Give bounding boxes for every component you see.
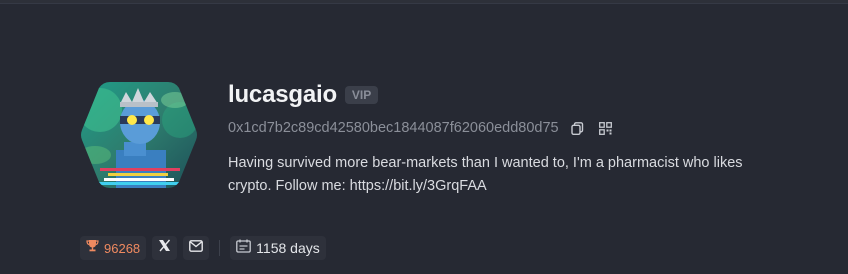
avatar <box>80 80 198 190</box>
score-chip[interactable]: 96268 <box>80 236 147 260</box>
username: lucasgaio <box>228 81 337 108</box>
mail-icon <box>189 239 204 257</box>
wallet-address: 0x1cd7b2c89cd42580bec1844087f62060edd80d… <box>228 120 559 136</box>
vip-badge: VIP <box>344 86 379 104</box>
avatar-image <box>81 82 197 188</box>
account-age-chip: 1158 days <box>230 236 326 260</box>
address-row: 0x1cd7b2c89cd42580bec1844087f62060edd80d… <box>228 118 615 138</box>
score-value: 96268 <box>104 240 141 256</box>
divider <box>219 240 221 256</box>
qr-code-icon[interactable] <box>597 119 615 137</box>
x-logo-icon <box>158 239 171 257</box>
name-row: lucasgaio VIP <box>228 80 379 110</box>
mail-link[interactable] <box>183 236 210 260</box>
x-link[interactable] <box>152 236 178 260</box>
account-age: 1158 days <box>256 240 320 256</box>
stats-row: 96268 1158 days <box>80 236 326 260</box>
trophy-icon <box>86 239 99 257</box>
bio: Having survived more bear-markets than I… <box>228 155 743 194</box>
calendar-icon <box>236 239 252 258</box>
top-border <box>0 0 848 4</box>
copy-icon[interactable] <box>569 119 587 137</box>
